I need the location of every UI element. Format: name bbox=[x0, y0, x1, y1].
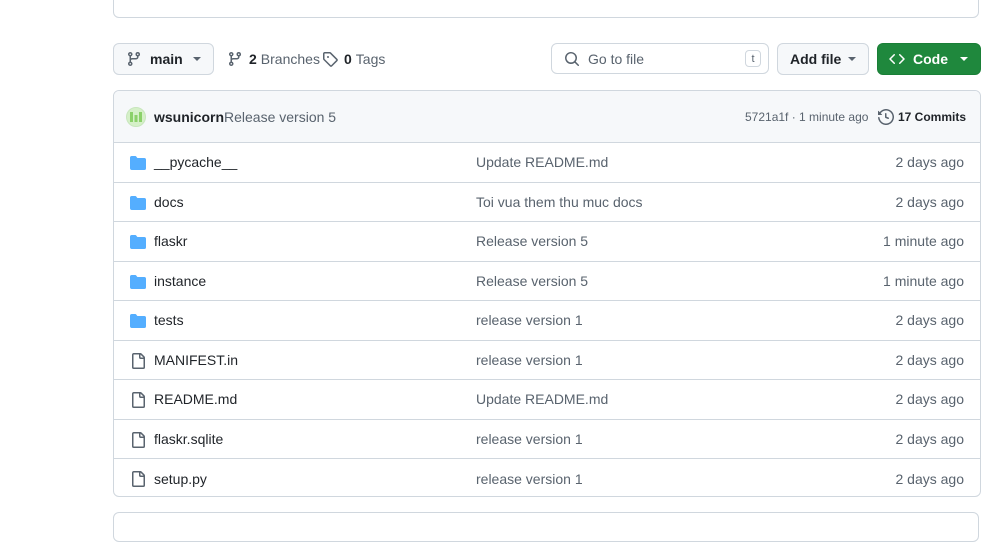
readme-card bbox=[113, 512, 979, 542]
file-age: 2 days ago bbox=[895, 351, 965, 368]
file-age: 2 days ago bbox=[895, 312, 965, 329]
file-commit-message[interactable]: release version 1 bbox=[476, 431, 583, 447]
tags-link[interactable]: 0 Tags bbox=[322, 43, 385, 75]
branches-link[interactable]: 2 Branches bbox=[227, 43, 320, 75]
git-branch-icon bbox=[127, 52, 140, 67]
file-commit-message[interactable]: release version 1 bbox=[476, 471, 583, 487]
search-icon bbox=[565, 51, 580, 66]
previous-section-card bbox=[113, 0, 979, 18]
file-name-link[interactable]: README.md bbox=[154, 391, 237, 407]
git-branch-icon bbox=[228, 52, 241, 67]
file-age: 1 minute ago bbox=[883, 233, 964, 250]
file-name-link[interactable]: flaskr bbox=[154, 233, 187, 249]
file-commit-message[interactable]: Release version 5 bbox=[476, 233, 588, 249]
folder-icon bbox=[130, 195, 146, 211]
table-row[interactable]: instance Release version 5 1 minute ago bbox=[114, 262, 980, 301]
file-list: __pycache__ Update README.md 2 days ago doc… bbox=[114, 143, 980, 496]
chevron-down-icon bbox=[960, 57, 968, 61]
file-name-link[interactable]: instance bbox=[154, 273, 206, 289]
file-name-link[interactable]: flaskr.sqlite bbox=[154, 431, 223, 447]
file-age: 2 days ago bbox=[895, 154, 965, 171]
table-row[interactable]: tests release version 1 2 days ago bbox=[114, 301, 980, 341]
branches-count: 2 bbox=[249, 51, 257, 67]
latest-commit-bar: wsunicorn Release version 5 5721a1f · 1 … bbox=[114, 91, 980, 143]
chevron-down-icon bbox=[193, 57, 201, 61]
file-commit-message[interactable]: Toi vua them thu muc docs bbox=[476, 194, 643, 210]
file-age: 2 days ago bbox=[895, 193, 965, 210]
file-age: 2 days ago bbox=[895, 391, 965, 408]
folder-icon bbox=[130, 155, 146, 171]
file-commit-message[interactable]: Update README.md bbox=[476, 154, 608, 170]
commits-label: 17 Commits bbox=[898, 109, 967, 124]
chevron-down-icon bbox=[848, 57, 856, 61]
file-commit-message[interactable]: Update README.md bbox=[476, 391, 608, 407]
code-label: Code bbox=[913, 51, 948, 67]
file-age: 2 days ago bbox=[895, 430, 965, 447]
table-row[interactable]: docs Toi vua them thu muc docs 2 days ago bbox=[114, 183, 980, 222]
table-row[interactable]: flaskr.sqlite release version 1 2 days ago bbox=[114, 420, 980, 459]
tags-label: Tags bbox=[355, 51, 386, 67]
file-commit-message[interactable]: release version 1 bbox=[476, 312, 583, 328]
commit-sha-time[interactable]: 5721a1f · 1 minute ago bbox=[745, 110, 868, 124]
code-icon bbox=[889, 53, 905, 65]
file-icon bbox=[130, 471, 146, 487]
tag-icon bbox=[323, 52, 338, 67]
table-row[interactable]: __pycache__ Update README.md 2 days ago bbox=[114, 143, 980, 183]
table-row[interactable]: setup.py release version 1 2 days ago bbox=[114, 459, 980, 496]
branch-name: main bbox=[150, 51, 183, 67]
folder-icon bbox=[130, 313, 146, 329]
file-commit-message[interactable]: Release version 5 bbox=[476, 273, 588, 289]
file-name-link[interactable]: tests bbox=[154, 312, 184, 328]
commit-message[interactable]: Release version 5 bbox=[224, 109, 336, 125]
history-icon bbox=[878, 108, 894, 125]
file-name-link[interactable]: setup.py bbox=[154, 471, 207, 487]
file-commit-message[interactable]: release version 1 bbox=[476, 352, 583, 368]
file-name-link[interactable]: docs bbox=[154, 194, 184, 210]
shortcut-key: t bbox=[745, 50, 761, 67]
tags-count: 0 bbox=[344, 51, 352, 67]
file-icon bbox=[130, 392, 146, 408]
file-icon bbox=[130, 431, 146, 448]
add-file-label: Add file bbox=[790, 51, 842, 67]
folder-icon bbox=[130, 274, 146, 290]
go-to-file-input[interactable]: Go to file t bbox=[551, 43, 769, 74]
commits-link[interactable]: 17 Commits bbox=[878, 108, 967, 125]
commit-author[interactable]: wsunicorn bbox=[154, 109, 224, 125]
file-age: 1 minute ago bbox=[883, 272, 964, 289]
branches-label: Branches bbox=[260, 51, 320, 67]
table-row[interactable]: README.md Update README.md 2 days ago bbox=[114, 380, 980, 420]
folder-icon bbox=[130, 234, 146, 250]
file-name-link[interactable]: __pycache__ bbox=[154, 154, 237, 170]
search-placeholder: Go to file bbox=[588, 50, 645, 67]
table-row[interactable]: flaskr Release version 5 1 minute ago bbox=[114, 222, 980, 262]
table-row[interactable]: MANIFEST.in release version 1 2 days ago bbox=[114, 341, 980, 380]
file-name-link[interactable]: MANIFEST.in bbox=[154, 352, 238, 368]
file-icon bbox=[130, 352, 146, 369]
file-table: wsunicorn Release version 5 5721a1f · 1 … bbox=[113, 90, 981, 497]
code-button[interactable]: Code bbox=[877, 43, 981, 75]
file-age: 2 days ago bbox=[895, 470, 965, 487]
branch-select-button[interactable]: main bbox=[113, 43, 214, 75]
avatar[interactable] bbox=[126, 107, 146, 127]
add-file-button[interactable]: Add file bbox=[777, 43, 869, 75]
